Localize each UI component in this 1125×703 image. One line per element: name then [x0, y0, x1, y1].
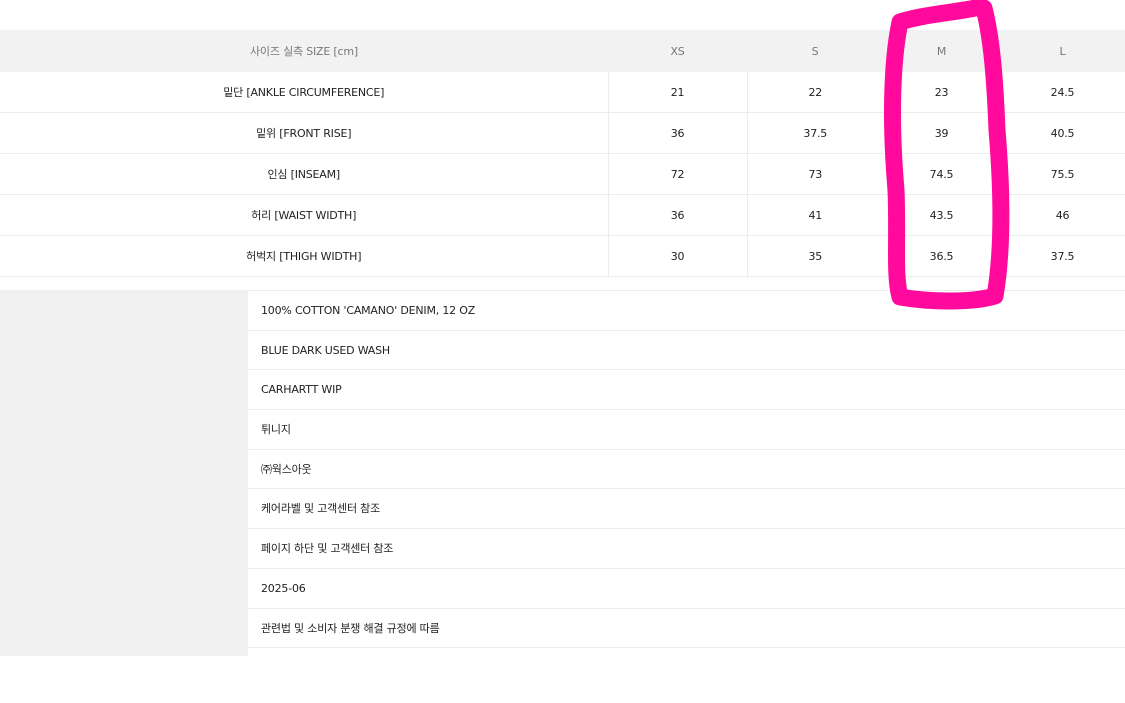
- size-table-header: 사이즈 실측 SIZE [cm] XS S M L: [0, 30, 1125, 72]
- product-info-table: 100% COTTON 'CAMANO' DENIM, 12 OZ BLUE D…: [0, 290, 1125, 656]
- measurement-value: 36.5: [883, 235, 1000, 277]
- info-material: 100% COTTON 'CAMANO' DENIM, 12 OZ: [248, 291, 1125, 331]
- measurement-label: 허벅지 [THIGH WIDTH]: [0, 235, 609, 277]
- info-care: 케어라벨 및 고객센터 참조: [248, 489, 1125, 530]
- table-row: 허리 [WAIST WIDTH] 36 41 43.5 46: [0, 194, 1125, 236]
- product-info-label-column: [0, 290, 248, 656]
- info-warranty: 관련법 및 소비자 분쟁 해결 규정에 따름: [248, 609, 1125, 649]
- info-size-reference: 페이지 하단 및 고객센터 참조: [248, 529, 1125, 569]
- table-row: 허벅지 [THIGH WIDTH] 30 35 36.5 37.5: [0, 235, 1125, 277]
- product-info-list: 100% COTTON 'CAMANO' DENIM, 12 OZ BLUE D…: [248, 290, 1125, 649]
- size-header-label: 사이즈 실측 SIZE [cm]: [0, 30, 608, 72]
- table-row: 밑위 [FRONT RISE] 36 37.5 39 40.5: [0, 112, 1125, 154]
- measurement-label: 밑단 [ANKLE CIRCUMFERENCE]: [0, 72, 609, 113]
- info-origin: 튀니지: [248, 410, 1125, 450]
- table-row: 인심 [INSEAM] 72 73 74.5 75.5: [0, 153, 1125, 195]
- size-header-m: M: [883, 30, 1000, 72]
- measurement-value: 23: [883, 72, 1000, 113]
- measurement-value: 24.5: [1000, 72, 1125, 113]
- measurement-value: 39: [883, 112, 1000, 154]
- table-row: 밑단 [ANKLE CIRCUMFERENCE] 21 22 23 24.5: [0, 72, 1125, 113]
- measurement-label: 밑위 [FRONT RISE]: [0, 112, 609, 154]
- measurement-value: 36: [608, 112, 748, 154]
- measurement-value: 74.5: [883, 153, 1000, 195]
- measurement-value: 43.5: [883, 194, 1000, 236]
- measurement-value: 35: [747, 235, 883, 277]
- measurement-value: 72: [608, 153, 748, 195]
- measurement-value: 41: [747, 194, 883, 236]
- size-header-l: L: [1000, 30, 1125, 72]
- measurement-value: 40.5: [1000, 112, 1125, 154]
- measurement-label: 허리 [WAIST WIDTH]: [0, 194, 609, 236]
- measurement-value: 75.5: [1000, 153, 1125, 195]
- measurement-label: 인심 [INSEAM]: [0, 153, 609, 195]
- size-header-s: S: [747, 30, 883, 72]
- measurement-value: 73: [747, 153, 883, 195]
- measurement-value: 30: [608, 235, 748, 277]
- info-importer: ㈜웍스아웃: [248, 450, 1125, 490]
- size-header-xs: XS: [608, 30, 747, 72]
- measurement-value: 36: [608, 194, 748, 236]
- info-color: BLUE DARK USED WASH: [248, 331, 1125, 371]
- measurement-value: 37.5: [1000, 235, 1125, 277]
- size-table: 사이즈 실측 SIZE [cm] XS S M L 밑단 [ANKLE CIRC…: [0, 30, 1125, 277]
- info-brand: CARHARTT WIP: [248, 370, 1125, 411]
- measurement-value: 46: [1000, 194, 1125, 236]
- info-manufacture-date: 2025-06: [248, 569, 1125, 609]
- measurement-value: 37.5: [747, 112, 883, 154]
- measurement-value: 21: [608, 72, 748, 113]
- measurement-value: 22: [747, 72, 883, 113]
